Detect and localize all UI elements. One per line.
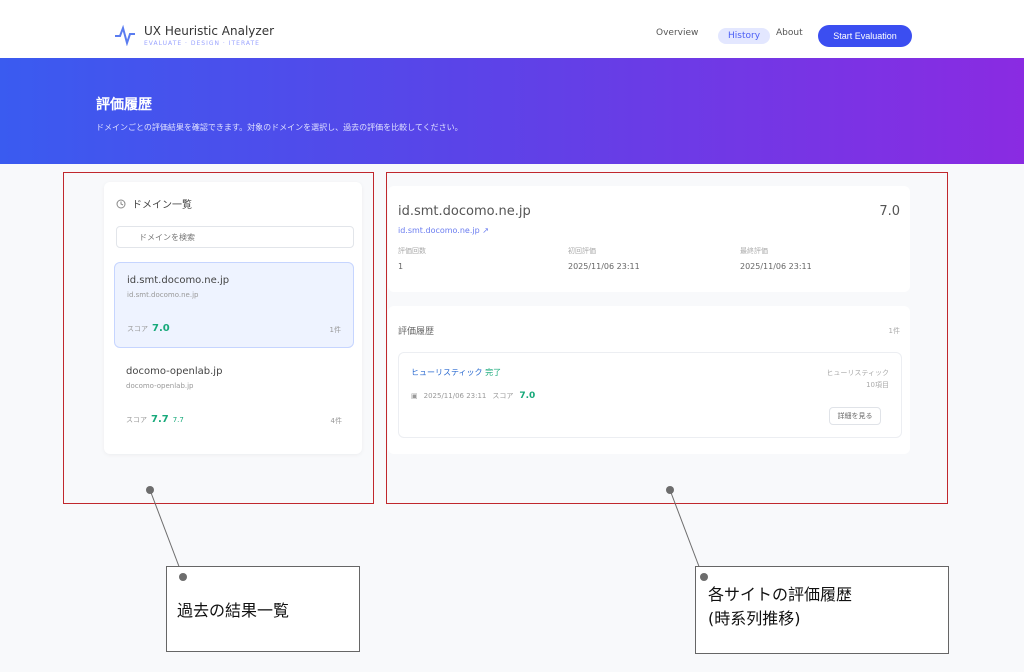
callout-right: 各サイトの評価履歴 (時系列推移) xyxy=(695,566,949,654)
page-title: 評価履歴 xyxy=(96,97,152,113)
start-evaluation-button[interactable]: Start Evaluation xyxy=(818,25,912,47)
page-subtitle: ドメインごとの評価結果を確認できます。対象のドメインを選択し、過去の評価を比較し… xyxy=(96,123,463,132)
highlight-right-region xyxy=(386,172,948,504)
nav-overview[interactable]: Overview xyxy=(656,28,698,38)
hero-banner: 評価履歴 ドメインごとの評価結果を確認できます。対象のドメインを選択し、過去の評… xyxy=(0,58,1024,164)
nav-about-link[interactable]: About xyxy=(776,28,803,38)
highlight-left-region xyxy=(63,172,374,504)
leader-dot xyxy=(179,573,187,581)
callout-left: 過去の結果一覧 xyxy=(166,566,360,652)
top-nav: UX Heuristic Analyzer EVALUATE · DESIGN … xyxy=(0,0,1024,58)
brand[interactable]: UX Heuristic Analyzer EVALUATE · DESIGN … xyxy=(114,24,274,47)
leader-dot xyxy=(666,486,674,494)
nav-history-link[interactable]: History xyxy=(718,28,771,44)
callout-right-line2: (時系列推移) xyxy=(708,609,801,628)
brand-tagline: EVALUATE · DESIGN · ITERATE xyxy=(144,40,260,47)
pulse-logo-icon xyxy=(115,24,135,46)
nav-history[interactable]: History xyxy=(718,28,771,44)
leader-dot xyxy=(146,486,154,494)
nav-about[interactable]: About xyxy=(776,28,803,38)
leader-dot xyxy=(700,573,708,581)
nav-overview-link[interactable]: Overview xyxy=(656,28,698,38)
brand-title: UX Heuristic Analyzer xyxy=(144,24,275,38)
callout-right-line1: 各サイトの評価履歴 xyxy=(708,585,853,604)
callout-left-text: 過去の結果一覧 xyxy=(177,601,290,620)
